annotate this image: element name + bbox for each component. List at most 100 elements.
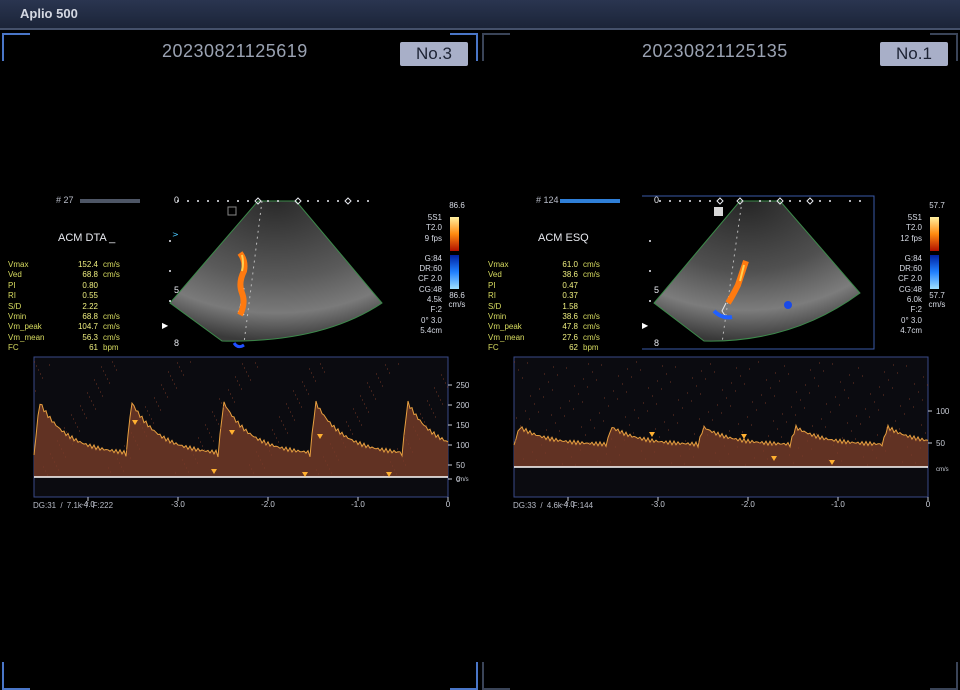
bmode-sector-image[interactable]: > ▶ [162,193,402,353]
spectrum-noise [301,406,302,408]
spectrum-noise [110,471,111,473]
spectrum-noise [130,457,131,459]
spectrum-noise [412,451,413,453]
spectrum-noise [856,415,857,417]
acquisition-params: 5S1 T2.0 9 fps G:84 DR:60 CF 2.0 CG:48 4… [418,213,442,336]
spectrum-noise [417,434,418,436]
spectrum-noise [773,420,774,422]
spectrum-noise [545,452,546,454]
spectrum-noise [204,449,205,451]
spectrum-noise [588,363,589,365]
spectrum-noise [627,368,628,370]
spectrum-noise [539,388,540,390]
spectrum-noise [661,388,662,390]
spectrum-noise [700,393,701,395]
spectrum-noise [752,401,753,403]
param: DR:60 [899,264,922,274]
spectrum-noise [371,390,372,392]
spectrum-noise [774,395,775,397]
spectrum-noise [352,433,353,435]
spectrum-noise [65,456,66,458]
spectrum-noise [366,407,367,409]
measurement-row: Vmax 152.4 cm/s [8,260,138,270]
color-flow-reverse [784,301,792,309]
measurement-label: PI [8,280,16,290]
depth-mark: 0 [654,195,660,205]
spectrum-noise [98,387,99,389]
spectrum-noise [345,446,346,448]
spectrum-noise [738,423,739,425]
spectrum-noise [131,432,132,434]
spectrum-noise [839,404,840,406]
spectrum-noise [754,457,755,459]
image-panel-left[interactable]: 20230821125619 No.3 # 27 ACM DTA _ Vmax 1… [2,33,478,690]
measurement-value: 61.0 [562,260,578,269]
spectrum-noise [433,412,434,414]
param: 12 fps [900,233,922,243]
doppler-spectrum[interactable]: 250200150100500cm/s-4.0 -3.0 -2.0 -1.0 0 [32,351,472,511]
spectrum-noise [219,398,220,400]
spectrum-noise [116,369,117,371]
spectrum-noise [846,445,847,447]
spectrum-noise [737,446,738,448]
spectrum-noise [293,390,294,392]
image-number-badge[interactable]: No.1 [880,42,948,66]
doppler-spectrum[interactable]: 10050cm/s-4.0 -3.0 -2.0 -1.0 0 [512,351,952,511]
spectrum-noise [392,465,393,467]
param: 9 fps [424,233,442,243]
measurement-label: FC [8,343,19,353]
spectrum-noise [538,411,539,413]
spectrum-noise [800,399,801,401]
measurement-unit: cm/s [583,311,600,321]
spectrum-noise [431,408,432,410]
spectrum-noise [900,405,901,407]
spectrum-noise [343,442,344,444]
spectrum-noise [75,422,76,424]
measurement-table: Vmax 152.4 cm/s Ved 68.8 cm/s PI 0.80 RI 0.55 … [8,260,138,354]
bmode-sector-image[interactable]: ▶ [642,193,892,353]
spectrum-noise [422,417,423,419]
spectrum-noise [369,386,370,388]
image-panel-right[interactable]: 20230821125135 No.1 # 124 ACM ESQ Vmax 61… [482,33,958,690]
clip-progress-bar[interactable] [80,199,140,203]
param: CG:48 [898,284,922,294]
measurement-value: 68.8 [82,270,98,280]
param: CF 2.0 [897,274,922,284]
spectrum-noise [805,384,806,386]
clip-number: # 124 [536,195,559,205]
spectrum-noise [853,382,854,384]
spectrum-noise [256,451,257,453]
spectrum-noise [684,463,685,465]
spectrum-noise [211,436,212,438]
spectrum-noise [687,392,688,394]
spectrum-noise [429,404,430,406]
clip-progress-bar[interactable] [560,199,620,203]
spectrum-noise [103,370,104,372]
spectrum-noise [128,453,129,455]
spectrum-noise [890,435,891,437]
focus-marker-icon [714,207,723,216]
spectrum-noise [527,362,528,364]
spectrum-noise [158,405,159,407]
spectrum-noise [560,407,561,409]
spectrum-noise [879,386,880,388]
spectrum-noise [359,420,360,422]
spectrum-noise [181,370,182,372]
spectrum-noise [309,368,310,370]
spectrum-noise [186,467,187,469]
spectrum-noise [274,433,275,435]
spectrum-noise [397,448,398,450]
spectrum-noise [675,366,676,368]
spectrum-noise [751,424,752,426]
spectrum-noise [685,440,686,442]
spectrum-noise [914,383,915,385]
spectrum-noise [877,434,878,436]
image-number-badge[interactable]: No.3 [400,42,468,66]
spectrum-noise [911,454,912,456]
spectrum-noise [59,444,60,446]
colorbar-bottom-value: 57.7 [929,291,945,300]
x-tick-label: 0 [926,500,931,509]
spectrum-noise [119,462,120,464]
color-scale-bar: 57.7 57.7 cm/s [920,201,954,339]
spectrum-noise [218,423,219,425]
